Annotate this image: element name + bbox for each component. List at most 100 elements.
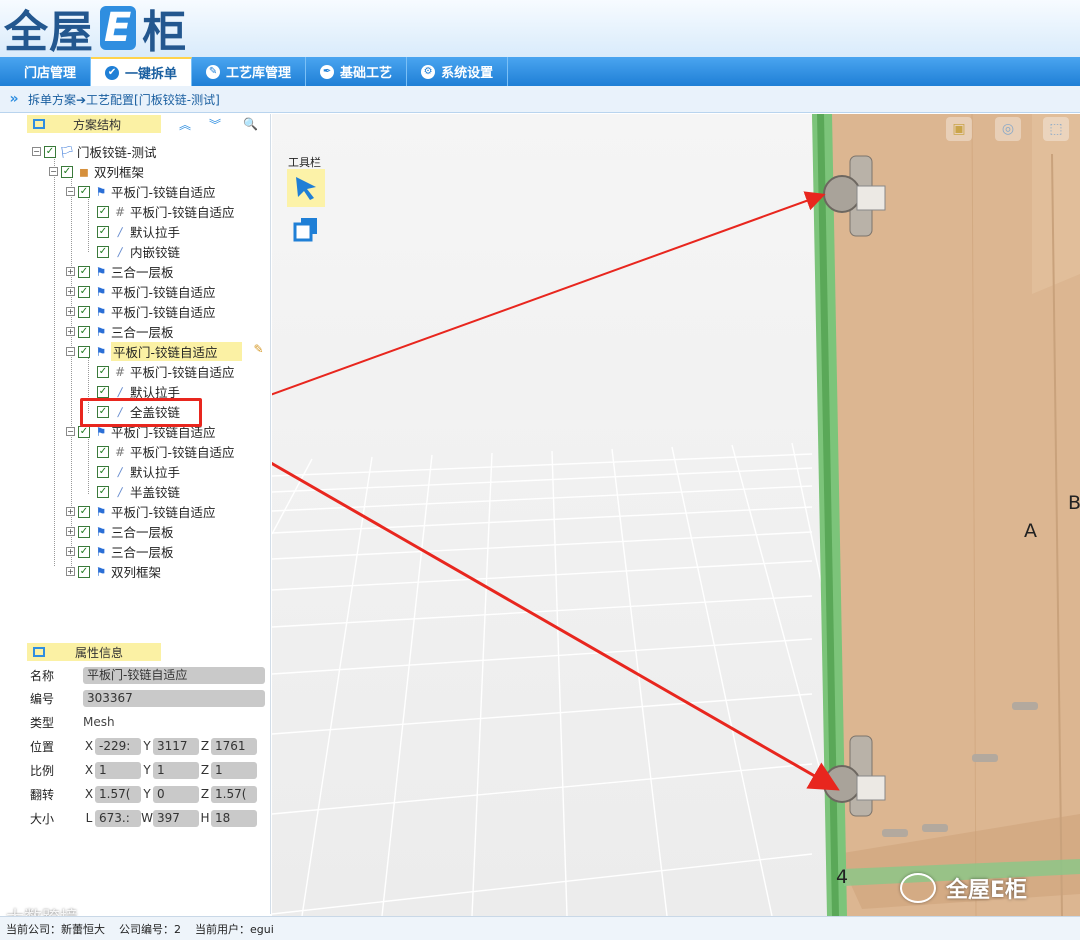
checkbox[interactable]: ✓ bbox=[78, 505, 90, 518]
size-l-field[interactable]: 673.: bbox=[95, 809, 141, 827]
breadcrumb[interactable]: 拆单方案➔工艺配置[门板铰链-测试] bbox=[28, 91, 220, 108]
tree-node-selected[interactable]: − ✓ ⚑ 平板门-铰链自适应 ✎ bbox=[66, 342, 264, 361]
tree-node[interactable]: ✓ # 平板门-铰链自适应 bbox=[97, 442, 235, 461]
tree-guide-line bbox=[88, 192, 89, 252]
watermark-text: 全屋E柜 bbox=[946, 878, 1028, 903]
properties-tab[interactable]: 属性信息 bbox=[27, 643, 161, 661]
prop-label: 类型 bbox=[30, 715, 55, 730]
tree-node[interactable]: ✓ ∕ 半盖铰链 bbox=[97, 482, 180, 501]
position-y-field[interactable]: 3117 bbox=[153, 737, 199, 755]
id-field[interactable]: 303367 bbox=[83, 689, 265, 707]
flag-icon: ⚑ bbox=[95, 564, 107, 579]
tab-store-management[interactable]: 门店管理 bbox=[10, 57, 92, 86]
collapse-toggle[interactable]: − bbox=[49, 167, 58, 176]
checkbox[interactable]: ✓ bbox=[97, 365, 109, 378]
tree-node[interactable]: + ✓ ⚑ 平板门-铰链自适应 bbox=[66, 282, 216, 301]
size-h-field[interactable]: 18 bbox=[211, 809, 257, 827]
tree-node[interactable]: − ✓ ⚑ 平板门-铰链自适应 bbox=[66, 182, 216, 201]
expand-toggle[interactable]: + bbox=[66, 547, 75, 556]
checkbox[interactable]: ✓ bbox=[78, 345, 90, 358]
scale-x-field[interactable]: 1 bbox=[95, 761, 141, 779]
collapse-toggle[interactable]: − bbox=[66, 347, 75, 356]
checkbox[interactable]: ✓ bbox=[97, 205, 109, 218]
tree-node[interactable]: ✓ # 平板门-铰链自适应 bbox=[97, 362, 235, 381]
tree-node[interactable]: + ✓ ⚑ 三合一层板 bbox=[66, 262, 174, 281]
tree-node-label: 平板门-铰链自适应 bbox=[130, 445, 235, 460]
checkbox[interactable]: ✓ bbox=[78, 565, 90, 578]
checkbox[interactable]: ✓ bbox=[61, 165, 73, 178]
tree-node[interactable]: + ✓ ⚑ 三合一层板 bbox=[66, 522, 174, 541]
checkbox[interactable]: ✓ bbox=[78, 325, 90, 338]
structure-tab[interactable]: 方案结构 bbox=[27, 115, 161, 133]
expand-toggle[interactable]: + bbox=[66, 267, 75, 276]
expand-toggle[interactable]: + bbox=[66, 507, 75, 516]
3d-viewport[interactable]: A B 4 bbox=[272, 114, 1080, 916]
expand-toggle[interactable]: + bbox=[66, 287, 75, 296]
tree-node[interactable]: ✓ ∕ 默认拉手 bbox=[97, 462, 180, 481]
axis-label: H bbox=[200, 811, 210, 825]
expand-all-icon[interactable]: ︾ bbox=[209, 116, 221, 133]
expand-toggle[interactable]: + bbox=[66, 307, 75, 316]
position-x-field[interactable]: -229: bbox=[95, 737, 141, 755]
checkbox[interactable]: ✓ bbox=[97, 245, 109, 258]
status-company: 当前公司：新蕾恒大 bbox=[6, 922, 105, 936]
checkbox[interactable]: ✓ bbox=[78, 425, 90, 438]
checkbox[interactable]: ✓ bbox=[97, 465, 109, 478]
tree-node[interactable]: + ✓ ⚑ 平板门-铰链自适应 bbox=[66, 302, 216, 321]
tree-node[interactable]: + ✓ ⚑ 双列框架 bbox=[66, 562, 161, 581]
tab-one-click-split[interactable]: ✔ 一键拆单 bbox=[91, 57, 193, 86]
checkbox[interactable]: ✓ bbox=[78, 545, 90, 558]
tree-node[interactable]: + ✓ ⚑ 三合一层板 bbox=[66, 542, 174, 561]
annotation-highlight-box bbox=[80, 398, 202, 427]
size-w-field[interactable]: 397 bbox=[153, 809, 199, 827]
flag-icon: ⚑ bbox=[95, 264, 107, 279]
tab-process-library[interactable]: ✎ 工艺库管理 bbox=[192, 57, 307, 86]
select-tool-button[interactable] bbox=[287, 169, 325, 207]
scale-z-field[interactable]: 1 bbox=[211, 761, 257, 779]
scale-y-field[interactable]: 1 bbox=[153, 761, 199, 779]
collapse-toggle[interactable]: − bbox=[66, 187, 75, 196]
checkbox[interactable]: ✓ bbox=[78, 525, 90, 538]
tree-node-label: 内嵌铰链 bbox=[130, 245, 181, 260]
checkbox[interactable]: ✓ bbox=[78, 265, 90, 278]
sidebar-toggle-icon[interactable]: » bbox=[0, 91, 28, 107]
edit-icon[interactable]: ✎ bbox=[253, 342, 263, 356]
3d-box-icon[interactable]: ⬚ bbox=[1043, 117, 1069, 141]
collapse-all-icon[interactable]: ︽ bbox=[179, 116, 191, 133]
rotation-x-field[interactable]: 1.57( bbox=[95, 785, 141, 803]
cabinet-view-icon[interactable]: ▣ bbox=[946, 117, 972, 141]
checkbox[interactable]: ✓ bbox=[97, 225, 109, 238]
collapse-toggle[interactable]: − bbox=[32, 147, 41, 156]
expand-toggle[interactable]: + bbox=[66, 527, 75, 536]
checkbox[interactable]: ✓ bbox=[78, 285, 90, 298]
tree-node[interactable]: + ✓ ⚑ 三合一层板 bbox=[66, 322, 174, 341]
expand-toggle[interactable]: + bbox=[66, 567, 75, 576]
tree-node[interactable]: ✓ ∕ 默认拉手 bbox=[97, 222, 180, 241]
position-z-field[interactable]: 1761 bbox=[211, 737, 257, 755]
tab-basic-process[interactable]: ✒ 基础工艺 bbox=[306, 57, 408, 86]
expand-toggle[interactable]: + bbox=[66, 327, 75, 336]
tree-node[interactable]: + ✓ ⚑ 平板门-铰链自适应 bbox=[66, 502, 216, 521]
handle-icon: ∕ bbox=[117, 384, 123, 399]
checkbox[interactable]: ✓ bbox=[78, 305, 90, 318]
target-view-icon[interactable]: ◎ bbox=[995, 117, 1021, 141]
checkbox[interactable]: ✓ bbox=[97, 385, 109, 398]
name-field[interactable]: 平板门-铰链自适应 bbox=[83, 666, 265, 684]
rotation-y-field[interactable]: 0 bbox=[153, 785, 199, 803]
tree-node[interactable]: ✓ # 平板门-铰链自适应 bbox=[97, 202, 235, 221]
checkbox[interactable]: ✓ bbox=[44, 145, 56, 158]
collapse-toggle[interactable]: − bbox=[66, 427, 75, 436]
rotation-z-field[interactable]: 1.57( bbox=[211, 785, 257, 803]
checkbox[interactable]: ✓ bbox=[78, 185, 90, 198]
tree-node[interactable]: − ✓ 🏳 门板铰链-测试 bbox=[32, 142, 157, 161]
checkbox[interactable]: ✓ bbox=[97, 445, 109, 458]
checkbox[interactable]: ✓ bbox=[97, 485, 109, 498]
tree-node[interactable]: ✓ ∕ 内嵌铰链 bbox=[97, 242, 180, 261]
tab-label: 基础工艺 bbox=[340, 66, 393, 81]
copy-tool-button[interactable] bbox=[287, 211, 325, 247]
prop-id-row: 编号 303367 bbox=[27, 689, 271, 707]
tree-node[interactable]: − ✓ ◼ 双列框架 bbox=[49, 162, 144, 181]
tab-system-settings[interactable]: ⚙ 系统设置 bbox=[407, 57, 509, 86]
search-icon[interactable]: 🔍 bbox=[243, 117, 258, 131]
app-header: 全屋 E 柜 bbox=[0, 0, 1080, 58]
